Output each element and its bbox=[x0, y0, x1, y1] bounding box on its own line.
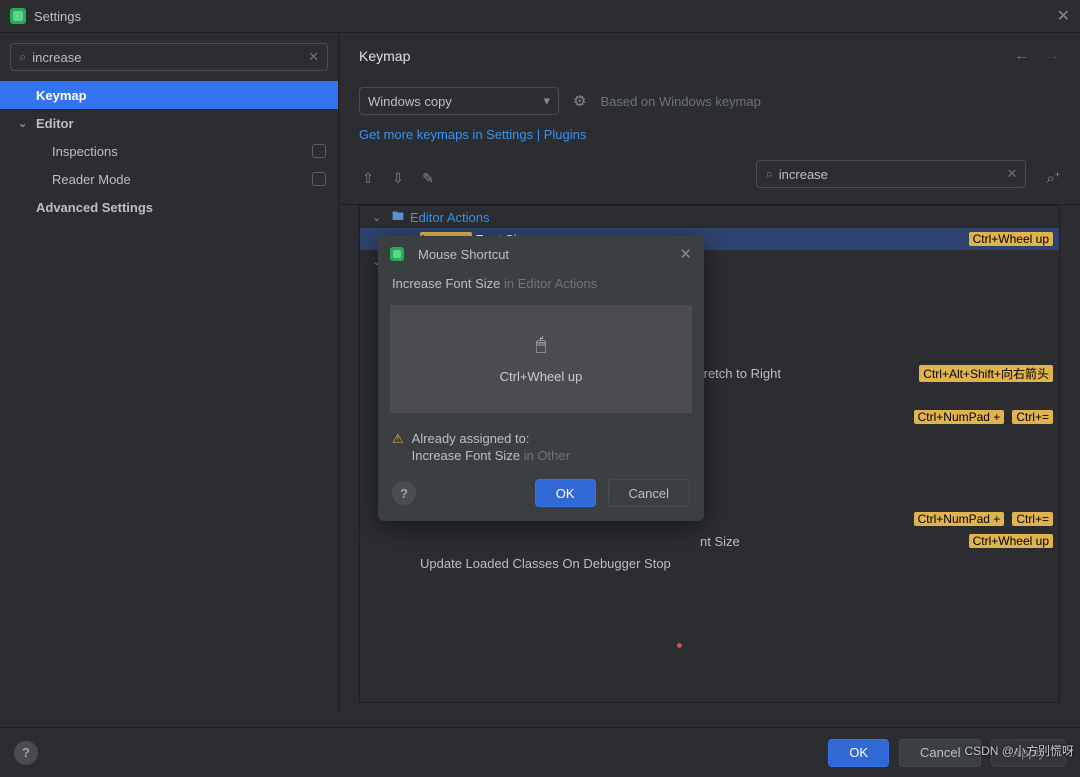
chevron-down-icon: ⌄ bbox=[18, 117, 32, 130]
sidebar-item-advanced[interactable]: Advanced Settings bbox=[0, 193, 338, 221]
keymap-scheme-row: Windows copy ▾ ⚙ Based on Windows keymap bbox=[339, 79, 1080, 123]
dialog-titlebar: Mouse Shortcut ✕ bbox=[378, 236, 704, 272]
get-more-link[interactable]: Get more keymaps in Settings bbox=[359, 127, 533, 142]
modified-badge-icon bbox=[312, 172, 326, 186]
action-label: nt Size bbox=[700, 534, 740, 549]
shortcut-badge: Ctrl+Alt+Shift+向右箭头 bbox=[919, 365, 1053, 382]
mouse-icon: 🖱 bbox=[536, 334, 547, 355]
main-header: Keymap ← → bbox=[339, 33, 1080, 79]
sidebar-search[interactable]: ⌕ ✕ bbox=[10, 43, 328, 71]
page-title: Keymap bbox=[359, 48, 410, 64]
collapse-all-icon[interactable]: ⇩ bbox=[389, 170, 407, 187]
warning-text: Already assigned to: bbox=[412, 431, 570, 446]
keymap-links: Get more keymaps in Settings | Plugins bbox=[339, 123, 1080, 152]
dialog-title: Mouse Shortcut bbox=[418, 247, 509, 262]
settings-footer: ? OK Cancel Apply bbox=[0, 727, 1080, 777]
category-label: Editor Actions bbox=[410, 210, 490, 225]
shortcut-badge: Ctrl+Wheel up bbox=[969, 534, 1053, 548]
based-on-text: Based on Windows keymap bbox=[600, 94, 760, 109]
sidebar-search-input[interactable] bbox=[32, 50, 308, 65]
sidebar-item-label: Keymap bbox=[36, 88, 87, 103]
shortcut-badge: Ctrl+= bbox=[1012, 410, 1053, 424]
search-icon: ⌕ bbox=[765, 166, 772, 182]
combo-value: Windows copy bbox=[368, 94, 452, 109]
folder-icon: 🖿 bbox=[390, 207, 406, 228]
find-action-by-shortcut-icon[interactable]: ⌕⁺ bbox=[1046, 170, 1060, 187]
chevron-down-icon: ▾ bbox=[543, 93, 550, 109]
action-search-input[interactable] bbox=[779, 167, 1007, 182]
nav-arrows: ← → bbox=[1014, 47, 1060, 65]
conflict-warning: ⚠ Already assigned to: Increase Font Siz… bbox=[378, 417, 704, 467]
app-icon bbox=[390, 247, 404, 261]
shortcut-preview: Ctrl+Wheel up bbox=[500, 369, 583, 384]
sidebar-item-label: Editor bbox=[36, 116, 74, 131]
sidebar-item-inspections[interactable]: Inspections bbox=[0, 137, 338, 165]
cancel-button[interactable]: Cancel bbox=[899, 739, 981, 767]
expand-all-icon[interactable]: ⇧ bbox=[359, 170, 377, 187]
search-icon: ⌕ bbox=[19, 49, 26, 65]
gear-icon[interactable]: ⚙ bbox=[573, 92, 586, 110]
app-icon bbox=[10, 8, 26, 24]
tree-item-font-size[interactable]: nt Size Ctrl+Wheel up bbox=[360, 530, 1059, 552]
settings-sidebar: ⌕ ✕ Keymap ⌄ Editor Inspections Reader M… bbox=[0, 33, 339, 713]
modified-badge-icon bbox=[312, 144, 326, 158]
warning-icon: ⚠ bbox=[392, 431, 404, 463]
conflict-indicator-icon bbox=[677, 643, 682, 648]
keymap-toolbar: ⇧ ⇩ ✎ ⌕ ✕ ⌕⁺ bbox=[339, 152, 1080, 205]
dialog-buttons: ? OK Cancel bbox=[378, 467, 704, 521]
mouse-shortcut-dialog: Mouse Shortcut ✕ Increase Font Size in E… bbox=[378, 236, 704, 521]
action-label: Update Loaded Classes On Debugger Stop bbox=[420, 556, 671, 571]
dialog-subtitle: Increase Font Size in Editor Actions bbox=[378, 272, 704, 301]
edit-icon[interactable]: ✎ bbox=[419, 170, 437, 187]
keymap-scheme-combo[interactable]: Windows copy ▾ bbox=[359, 87, 559, 115]
apply-button[interactable]: Apply bbox=[991, 739, 1066, 767]
tree-category[interactable]: ⌄ 🖿 Editor Actions bbox=[360, 206, 1059, 228]
shortcut-badge: Ctrl+= bbox=[1012, 512, 1053, 526]
action-search[interactable]: ⌕ ✕ bbox=[756, 160, 1026, 188]
close-icon[interactable]: ✕ bbox=[1057, 6, 1070, 26]
shortcut-badge: Ctrl+NumPad + bbox=[914, 410, 1005, 424]
chevron-down-icon: ⌄ bbox=[372, 211, 386, 224]
sidebar-item-label: Reader Mode bbox=[52, 172, 131, 187]
shortcut-badge: Ctrl+NumPad + bbox=[914, 512, 1005, 526]
help-button[interactable]: ? bbox=[14, 741, 38, 765]
clear-icon[interactable]: ✕ bbox=[308, 49, 319, 65]
shortcut-input-area[interactable]: 🖱 Ctrl+Wheel up bbox=[390, 305, 692, 413]
separator: | bbox=[533, 127, 544, 142]
back-icon[interactable]: ← bbox=[1014, 47, 1030, 65]
close-icon[interactable]: ✕ bbox=[679, 245, 692, 263]
tree-item-update-classes[interactable]: Update Loaded Classes On Debugger Stop bbox=[360, 552, 1059, 574]
plugins-link[interactable]: Plugins bbox=[544, 127, 587, 142]
sidebar-item-label: Advanced Settings bbox=[36, 200, 153, 215]
sidebar-item-keymap[interactable]: Keymap bbox=[0, 81, 338, 109]
ok-button[interactable]: OK bbox=[535, 479, 596, 507]
cancel-button[interactable]: Cancel bbox=[608, 479, 690, 507]
titlebar: Settings ✕ bbox=[0, 0, 1080, 32]
help-button[interactable]: ? bbox=[392, 481, 416, 505]
shortcut-badge: Ctrl+Wheel up bbox=[969, 232, 1053, 246]
sidebar-item-label: Inspections bbox=[52, 144, 118, 159]
ok-button[interactable]: OK bbox=[828, 739, 889, 767]
action-label: tretch to Right bbox=[700, 366, 781, 381]
sidebar-item-reader-mode[interactable]: Reader Mode bbox=[0, 165, 338, 193]
clear-icon[interactable]: ✕ bbox=[1007, 166, 1018, 182]
sidebar-item-editor[interactable]: ⌄ Editor bbox=[0, 109, 338, 137]
window-title: Settings bbox=[34, 9, 81, 24]
forward-icon[interactable]: → bbox=[1044, 47, 1060, 65]
